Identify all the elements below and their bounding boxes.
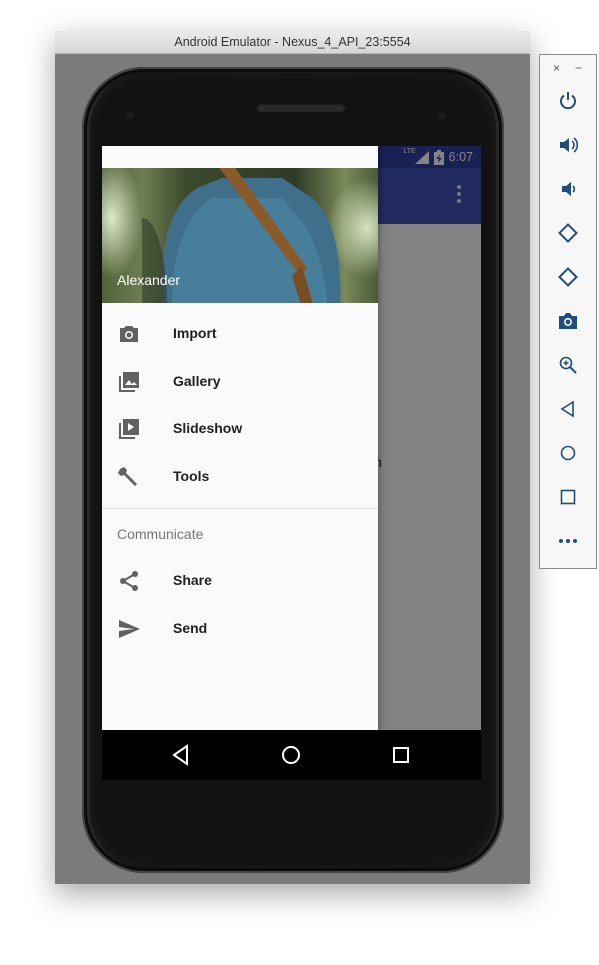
zoom-icon	[559, 356, 577, 374]
camera-icon	[120, 326, 138, 342]
menu-item-import[interactable]: Import	[102, 310, 378, 358]
menu-item-share[interactable]: Share	[102, 557, 378, 605]
menu-divider	[102, 508, 378, 509]
close-button[interactable]: ×	[553, 61, 560, 75]
earpiece-speaker	[256, 103, 346, 112]
device-screen[interactable]: LTE 6:07 h	[102, 146, 481, 780]
screenshot-button[interactable]	[556, 309, 580, 333]
menu-item-label: Import	[173, 325, 217, 341]
menu-item-gallery[interactable]: Gallery	[102, 358, 378, 406]
share-icon	[120, 571, 138, 591]
drawer-status-overlay	[102, 146, 378, 168]
menu-item-tools[interactable]: Tools	[102, 453, 378, 501]
menu-item-label: Share	[173, 572, 212, 588]
emulator-side-toolbar: × −	[539, 54, 597, 569]
zoom-button[interactable]	[556, 353, 580, 377]
menu-item-label: Gallery	[173, 373, 221, 389]
wrench-icon	[118, 467, 137, 486]
front-camera	[124, 109, 136, 121]
nav-home-icon[interactable]	[278, 742, 304, 768]
more-button[interactable]	[556, 529, 580, 553]
back-button[interactable]	[556, 397, 580, 421]
volume-down-icon	[562, 182, 576, 196]
home-button[interactable]	[556, 441, 580, 465]
minimize-button[interactable]: −	[575, 61, 582, 75]
menu-item-send[interactable]: Send	[102, 605, 378, 653]
back-icon	[560, 400, 574, 418]
menu-item-label: Tools	[173, 468, 210, 484]
header-username: Alexander	[117, 272, 181, 288]
menu-item-slideshow[interactable]: Slideshow	[102, 405, 378, 453]
emulator-window: Android Emulator - Nexus_4_API_23:5554 L…	[55, 31, 530, 884]
more-icon	[559, 539, 577, 543]
window-title: Android Emulator - Nexus_4_API_23:5554	[55, 31, 530, 54]
menu-subheader-communicate: Communicate	[117, 526, 204, 542]
menu-item-label: Send	[173, 620, 208, 636]
screenshot-icon	[559, 313, 577, 329]
volume-up-icon	[560, 137, 578, 153]
volume-down-button[interactable]	[556, 177, 580, 201]
overview-button[interactable]	[556, 485, 580, 509]
rotate-right-button[interactable]	[556, 265, 580, 289]
rotate-left-button[interactable]	[556, 221, 580, 245]
gallery-icon	[119, 372, 139, 392]
power-icon	[560, 92, 576, 110]
nav-back-icon[interactable]	[168, 742, 194, 768]
navigation-drawer: Alexander Import Gallery Slideshow Tools	[102, 146, 378, 730]
system-navigation-bar	[102, 730, 481, 780]
slideshow-icon	[119, 419, 139, 439]
menu-item-label: Slideshow	[173, 420, 243, 436]
drawer-header-image: Alexander	[102, 168, 378, 303]
volume-up-button[interactable]	[556, 133, 580, 157]
home-icon	[560, 445, 576, 461]
send-icon	[119, 620, 140, 638]
power-button[interactable]	[556, 89, 580, 113]
overview-icon	[560, 489, 576, 505]
nav-recents-icon[interactable]	[388, 742, 414, 768]
rotate-left-icon	[558, 223, 578, 243]
proximity-sensor	[436, 110, 448, 122]
rotate-right-icon	[558, 267, 578, 287]
